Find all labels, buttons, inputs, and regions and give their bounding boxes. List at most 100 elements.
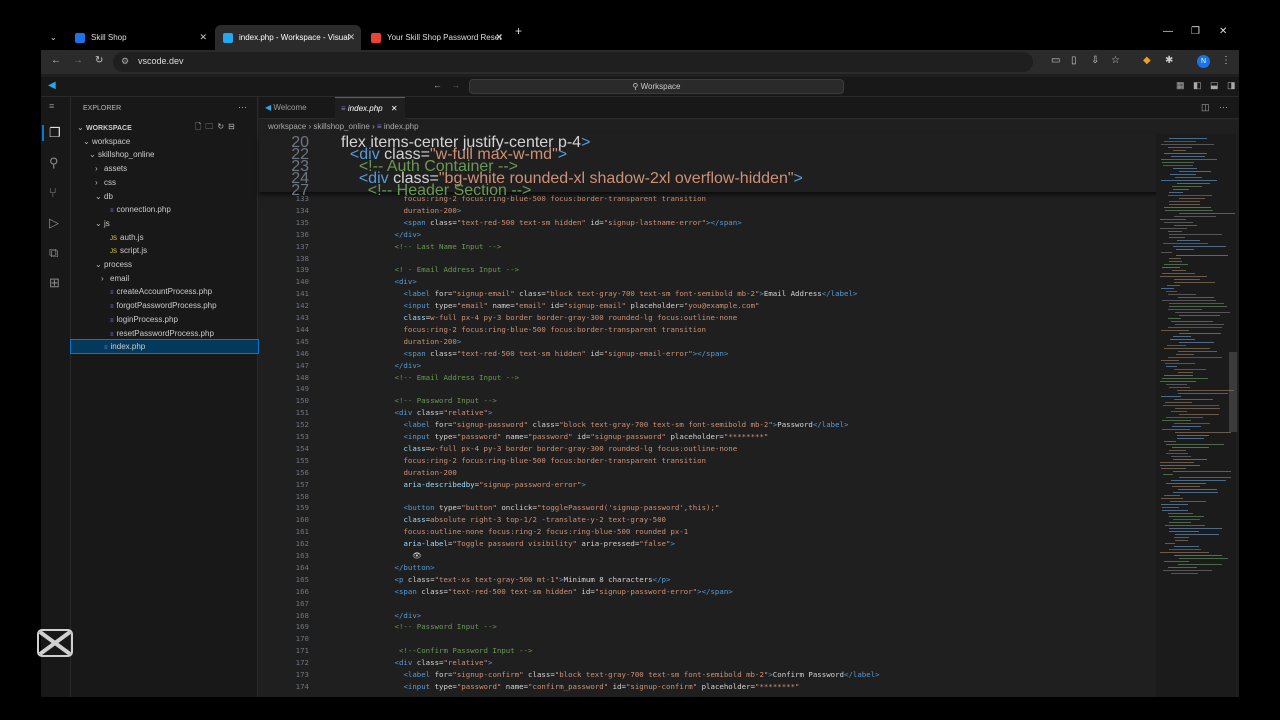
close-icon[interactable]: ✕ bbox=[495, 32, 503, 43]
extensions-icon[interactable]: ⊞ bbox=[49, 275, 60, 291]
toggle-sidebar-icon[interactable]: ◧ bbox=[1193, 80, 1202, 91]
code-editor[interactable]: 133 focus:ring-2 focus:ring-blue-500 focu… bbox=[259, 134, 1159, 697]
code-line: <div class="relative"> bbox=[394, 408, 493, 418]
line-number: 136 bbox=[295, 229, 309, 239]
toggle-secondary-sidebar-icon[interactable]: ◨ bbox=[1227, 80, 1236, 91]
tree-item[interactable]: › email bbox=[71, 272, 258, 285]
tree-item[interactable]: JS script.js bbox=[71, 244, 258, 257]
minimap-line bbox=[1171, 156, 1205, 157]
breadcrumb-item[interactable]: skillshop_online bbox=[313, 122, 369, 131]
minimap-line bbox=[1169, 303, 1224, 304]
tree-item[interactable]: › css bbox=[71, 176, 258, 189]
editor-tab-index-php[interactable]: ≡ index.php ✕ bbox=[335, 97, 405, 119]
close-icon[interactable]: ✕ bbox=[347, 32, 355, 43]
minimap-line bbox=[1164, 348, 1210, 349]
browser-tab-gmail[interactable]: Your Skill Shop Password Reset ✕ bbox=[363, 25, 509, 50]
tab-search-button[interactable]: ⌄ bbox=[45, 25, 65, 50]
minimap-line bbox=[1173, 189, 1189, 190]
menu-icon[interactable]: ≡ bbox=[49, 101, 54, 111]
minimap-line bbox=[1173, 168, 1197, 169]
code-line: <!-- Header Section --> bbox=[367, 181, 532, 199]
close-icon[interactable]: ✕ bbox=[391, 104, 398, 113]
search-icon[interactable]: ⚲ bbox=[49, 155, 59, 171]
restore-icon[interactable]: ❐ bbox=[1191, 26, 1200, 37]
explorer-sidebar: EXPLORER ··· 🗋🗀↻⊟ ⌄ WORKSPACE ⌄ workspace ⌄ s… bbox=[70, 97, 259, 697]
menu-icon[interactable]: ⋮ bbox=[1221, 55, 1231, 66]
close-icon[interactable]: ✕ bbox=[199, 32, 207, 43]
editor-tab-welcome[interactable]: ◀ Welcome bbox=[259, 97, 339, 119]
reload-icon[interactable]: ↻ bbox=[95, 55, 103, 66]
tree-item[interactable]: ≡ createAccountProcess.php bbox=[71, 285, 258, 298]
extension-icon[interactable]: ◆ bbox=[1143, 55, 1151, 66]
code-line: <span class="text-red-500 text-sm hidden… bbox=[394, 586, 733, 596]
toggle-panel-icon[interactable]: ⬓ bbox=[1210, 80, 1219, 91]
more-actions-icon[interactable]: ··· bbox=[238, 102, 247, 112]
window-close-icon[interactable]: ✕ bbox=[1219, 26, 1227, 37]
more-actions-icon[interactable]: ··· bbox=[1219, 102, 1228, 112]
tree-item[interactable]: JS auth.js bbox=[71, 231, 258, 244]
tree-item[interactable]: ≡ connection.php bbox=[71, 203, 258, 216]
cast-icon[interactable]: ▭ bbox=[1051, 55, 1060, 66]
tree-item[interactable]: ⌄ db bbox=[71, 190, 258, 203]
vscode-logo-icon[interactable]: ◀ bbox=[48, 80, 60, 92]
profile-avatar[interactable]: N bbox=[1197, 55, 1210, 68]
tree-item[interactable]: ⌄ workspace bbox=[71, 135, 258, 148]
puzzle-icon[interactable]: ✱ bbox=[1165, 55, 1173, 66]
split-editor-icon[interactable]: ◫ bbox=[1201, 102, 1210, 113]
minimap-line bbox=[1168, 231, 1182, 232]
line-number: 138 bbox=[295, 253, 309, 263]
tree-item[interactable]: ⌄ skillshop_online bbox=[71, 148, 258, 161]
breadcrumb-item[interactable]: index.php bbox=[384, 122, 419, 131]
tree-item[interactable]: ⌄ WORKSPACE bbox=[71, 121, 258, 134]
minimap[interactable] bbox=[1156, 134, 1236, 697]
back-icon[interactable]: ← bbox=[51, 55, 61, 66]
source-control-icon[interactable]: ⑂ bbox=[49, 185, 57, 200]
editor-area: ◀ Welcome ≡ index.php ✕ ◫ ··· workspace … bbox=[259, 97, 1239, 697]
page-icon[interactable]: ▯ bbox=[1071, 55, 1077, 66]
site-info-icon[interactable]: ⚙ bbox=[121, 56, 129, 67]
minimap-line bbox=[1161, 144, 1214, 145]
minimap-line bbox=[1175, 324, 1224, 325]
breadcrumb-item[interactable]: workspace bbox=[268, 122, 306, 131]
minimap-line bbox=[1179, 342, 1214, 343]
browser-tab-vscode[interactable]: index.php - Workspace - Visual ✕ bbox=[215, 25, 361, 50]
minimap-line bbox=[1162, 300, 1216, 301]
minimap-line bbox=[1171, 456, 1191, 457]
minimap-line bbox=[1166, 417, 1203, 418]
nav-forward-icon[interactable]: → bbox=[451, 80, 460, 90]
layout-icon[interactable]: ▦ bbox=[1176, 80, 1185, 91]
tree-item-label: resetPasswordProcess.php bbox=[116, 328, 214, 338]
minimap-line bbox=[1169, 549, 1201, 550]
minimize-icon[interactable]: — bbox=[1163, 26, 1173, 37]
tree-item[interactable]: › assets bbox=[71, 162, 258, 175]
code-line: <div class="relative"> bbox=[394, 658, 493, 668]
minimap-line bbox=[1174, 537, 1189, 538]
tree-item[interactable]: ≡ loginProcess.php bbox=[71, 313, 258, 326]
forward-icon[interactable]: → bbox=[73, 55, 83, 66]
nav-back-icon[interactable]: ← bbox=[433, 80, 442, 90]
run-debug-icon[interactable]: ▷ bbox=[49, 215, 59, 231]
minimap-line bbox=[1161, 159, 1217, 160]
activity-bar: ≡ ❐ ⚲ ⑂ ▷ ⧉ ⊞ bbox=[41, 97, 71, 697]
tree-item[interactable]: ≡ forgotPasswordProcess.php bbox=[71, 299, 258, 312]
minimap-line bbox=[1161, 360, 1179, 361]
tree-item[interactable]: ⌄ js bbox=[71, 217, 258, 230]
explorer-icon[interactable]: ❐ bbox=[42, 125, 61, 141]
omnibox[interactable]: ⚙ vscode.dev bbox=[113, 52, 1033, 72]
minimap-line bbox=[1173, 519, 1200, 520]
tree-item[interactable]: ⌄ process bbox=[71, 258, 258, 271]
star-icon[interactable]: ☆ bbox=[1111, 55, 1120, 66]
remote-icon[interactable]: ⧉ bbox=[49, 245, 58, 261]
command-center-search[interactable]: ⚲ Workspace bbox=[469, 79, 844, 94]
tree-item[interactable]: ≡ resetPasswordProcess.php bbox=[71, 327, 258, 340]
new-tab-button[interactable]: + bbox=[515, 24, 522, 38]
line-number: 163 bbox=[295, 551, 309, 560]
install-icon[interactable]: ⇩ bbox=[1091, 55, 1099, 66]
tree-item[interactable]: ≡ index.php bbox=[70, 339, 259, 355]
browser-tab-skill-shop[interactable]: Skill Shop ✕ bbox=[67, 25, 213, 50]
scrollbar-thumb[interactable] bbox=[1229, 352, 1237, 432]
minimap-line bbox=[1173, 336, 1191, 337]
url-text[interactable]: vscode.dev bbox=[138, 56, 184, 66]
minimap-line bbox=[1160, 381, 1196, 382]
sticky-scroll[interactable]: 20 flex items-center justify-center p-4> 2… bbox=[259, 134, 1159, 199]
